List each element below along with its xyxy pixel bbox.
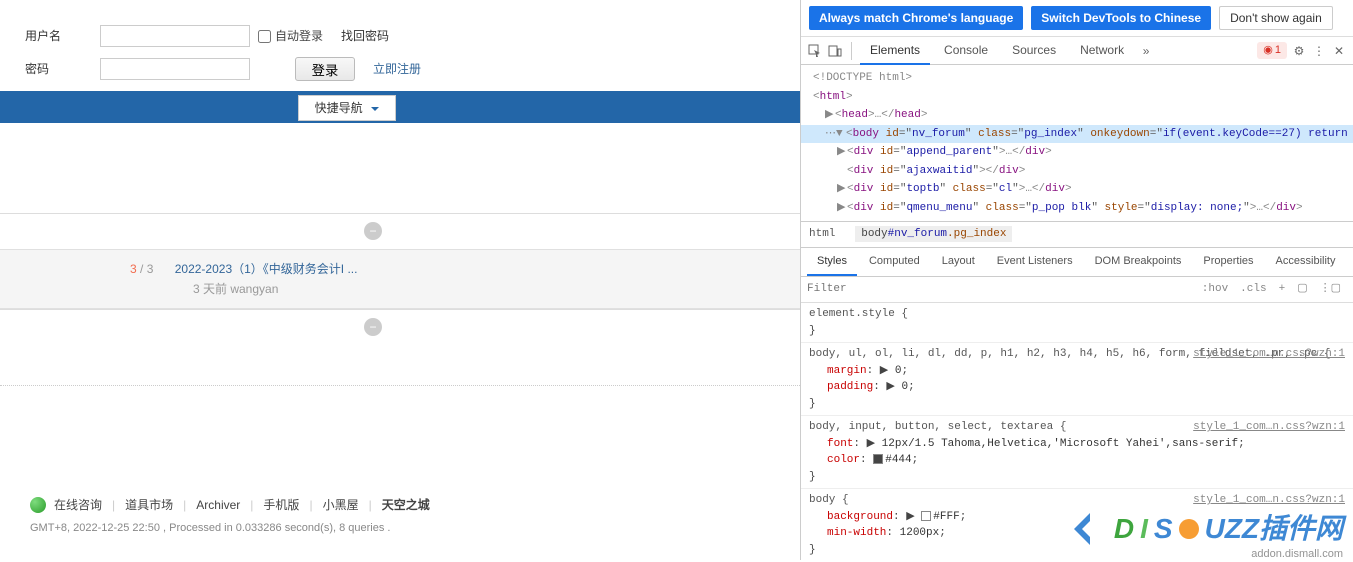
login-form: 用户名 自动登录 找回密码 密码 登录 立即注册 xyxy=(0,0,800,81)
tab-elements[interactable]: Elements xyxy=(860,37,930,65)
subtab-dom[interactable]: DOM Breakpoints xyxy=(1085,248,1192,277)
device-icon[interactable]: ▢ xyxy=(1297,281,1307,298)
footer-link[interactable]: 小黑屋 xyxy=(323,496,359,514)
dont-show-button[interactable]: Don't show again xyxy=(1219,6,1333,30)
forgot-password-link[interactable]: 找回密码 xyxy=(341,27,389,45)
source-link[interactable]: style_1_com…n.css?wzn:1 xyxy=(1193,346,1345,363)
collapse-icon[interactable]: − xyxy=(364,222,382,240)
kebab-icon[interactable]: ⋮ xyxy=(1311,43,1327,59)
online-consult-link[interactable]: 在线咨询 xyxy=(54,496,102,514)
devtools-toolbar: Elements Console Sources Network » ◉ 1 ⚙… xyxy=(801,37,1353,65)
device-icon[interactable] xyxy=(827,43,843,59)
username-input[interactable] xyxy=(100,25,250,47)
footer: 在线咨询 | 道具市场 | Archiver | 手机版 | 小黑屋 | 天空之… xyxy=(0,486,800,547)
more-icon[interactable]: ⋮▢ xyxy=(1320,281,1341,298)
devtools-banner: Always match Chrome's language Switch De… xyxy=(801,0,1353,37)
forum-page: 用户名 自动登录 找回密码 密码 登录 立即注册 快捷导航 − xyxy=(0,0,800,560)
username-label: 用户名 xyxy=(25,27,100,45)
selected-dom-node[interactable]: ⋯▼<body id="nv_forum" class="pg_index" o… xyxy=(801,125,1353,144)
styles-pane[interactable]: element.style { } style_1_com…n.css?wzn:… xyxy=(801,303,1353,560)
subtab-acc[interactable]: Accessibility xyxy=(1266,248,1346,277)
quick-nav-button[interactable]: 快捷导航 xyxy=(298,95,396,121)
post-title-link[interactable]: 2022-2023（1）《中级财务会计I ... xyxy=(175,262,358,276)
tab-console[interactable]: Console xyxy=(934,37,998,65)
collapse-icon[interactable]: − xyxy=(364,318,382,336)
hov-toggle[interactable]: :hov xyxy=(1202,281,1228,298)
subtab-styles[interactable]: Styles xyxy=(807,248,857,277)
dom-tree[interactable]: <!DOCTYPE html> <html> ▶<head>…</head> ⋯… xyxy=(801,65,1353,221)
online-icon xyxy=(30,497,46,513)
divider xyxy=(0,385,800,386)
footer-meta: GMT+8, 2022-12-25 22:50 , Processed in 0… xyxy=(30,520,770,537)
cls-toggle[interactable]: .cls xyxy=(1240,281,1266,298)
post-count: 3 / 3 xyxy=(130,260,153,278)
forum-section-2: − xyxy=(0,309,800,345)
forum-section: − xyxy=(0,213,800,249)
switch-chinese-button[interactable]: Switch DevTools to Chinese xyxy=(1031,6,1211,30)
close-icon[interactable]: ✕ xyxy=(1331,43,1347,59)
devtools-panel: Always match Chrome's language Switch De… xyxy=(800,0,1353,560)
breadcrumb[interactable]: html body#nv_forum.pg_index xyxy=(801,221,1353,248)
footer-link[interactable]: 道具市场 xyxy=(125,496,173,514)
source-link[interactable]: style_1_com…n.css?wzn:1 xyxy=(1193,419,1345,436)
password-label: 密码 xyxy=(25,60,100,78)
footer-link[interactable]: 手机版 xyxy=(263,496,299,514)
subtab-event[interactable]: Event Listeners xyxy=(987,248,1083,277)
tab-sources[interactable]: Sources xyxy=(1002,37,1066,65)
inspect-icon[interactable] xyxy=(807,43,823,59)
source-link[interactable]: style_1_com…n.css?wzn:1 xyxy=(1193,492,1345,509)
login-button[interactable]: 登录 xyxy=(295,57,355,81)
password-input[interactable] xyxy=(100,58,250,80)
match-language-button[interactable]: Always match Chrome's language xyxy=(809,6,1023,30)
styles-filter-bar: :hov .cls + ▢ ⋮▢ xyxy=(801,277,1353,303)
post-meta: 3 天前 wangyan xyxy=(193,280,800,298)
tab-network[interactable]: Network xyxy=(1070,37,1134,65)
footer-links: 在线咨询 | 道具市场 | Archiver | 手机版 | 小黑屋 | 天空之… xyxy=(30,496,770,514)
auto-login-checkbox[interactable]: 自动登录 xyxy=(258,27,323,45)
new-rule-icon[interactable]: + xyxy=(1279,281,1286,298)
forum-post-row: 3 / 3 2022-2023（1）《中级财务会计I ... 3 天前 wang… xyxy=(0,249,800,309)
subtab-computed[interactable]: Computed xyxy=(859,248,930,277)
error-badge[interactable]: ◉ 1 xyxy=(1257,42,1287,59)
caret-down-icon xyxy=(371,107,379,111)
register-link[interactable]: 立即注册 xyxy=(373,60,421,78)
styles-subtabs: Styles Computed Layout Event Listeners D… xyxy=(801,248,1353,278)
filter-input[interactable] xyxy=(807,281,1196,298)
footer-link[interactable]: 天空之城 xyxy=(382,496,430,514)
footer-link[interactable]: Archiver xyxy=(196,496,240,514)
subtab-props[interactable]: Properties xyxy=(1193,248,1263,277)
subtab-layout[interactable]: Layout xyxy=(932,248,985,277)
more-tabs-icon[interactable]: » xyxy=(1138,43,1154,59)
auto-login-box[interactable] xyxy=(258,30,271,43)
nav-bar: 快捷导航 xyxy=(0,91,800,123)
gear-icon[interactable]: ⚙ xyxy=(1291,43,1307,59)
